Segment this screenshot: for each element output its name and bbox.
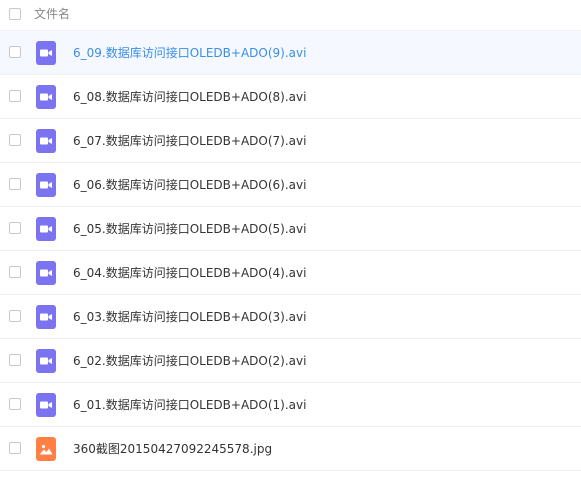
image-file-icon	[36, 437, 56, 461]
video-file-icon	[36, 41, 56, 65]
row-checkbox[interactable]	[9, 398, 21, 410]
video-file-icon	[36, 261, 56, 285]
file-name[interactable]: 6_09.数据库访问接口OLEDB+ADO(9).avi	[73, 45, 306, 61]
row-checkbox[interactable]	[9, 46, 21, 58]
file-name[interactable]: 6_08.数据库访问接口OLEDB+ADO(8).avi	[73, 89, 306, 105]
file-name[interactable]: 6_06.数据库访问接口OLEDB+ADO(6).avi	[73, 177, 306, 193]
list-header: 文件名	[0, 0, 581, 31]
file-row[interactable]: 360截图20150427092245578.jpg	[0, 427, 581, 471]
row-checkbox[interactable]	[9, 90, 21, 102]
select-all-checkbox[interactable]	[9, 8, 21, 20]
file-row[interactable]: 6_04.数据库访问接口OLEDB+ADO(4).avi	[0, 251, 581, 295]
video-file-icon	[36, 217, 56, 241]
file-name[interactable]: 6_05.数据库访问接口OLEDB+ADO(5).avi	[73, 221, 306, 237]
row-checkbox[interactable]	[9, 178, 21, 190]
file-name[interactable]: 6_07.数据库访问接口OLEDB+ADO(7).avi	[73, 133, 306, 149]
row-checkbox[interactable]	[9, 354, 21, 366]
row-checkbox[interactable]	[9, 310, 21, 322]
video-file-icon	[36, 173, 56, 197]
file-row[interactable]: 6_07.数据库访问接口OLEDB+ADO(7).avi	[0, 119, 581, 163]
row-checkbox[interactable]	[9, 442, 21, 454]
file-row[interactable]: 6_01.数据库访问接口OLEDB+ADO(1).avi	[0, 383, 581, 427]
row-checkbox[interactable]	[9, 134, 21, 146]
video-file-icon	[36, 305, 56, 329]
video-file-icon	[36, 393, 56, 417]
file-list: 文件名 6_09.数据库访问接口OLEDB+ADO(9).avi 6_08.数据…	[0, 0, 581, 494]
file-row[interactable]: 6_02.数据库访问接口OLEDB+ADO(2).avi	[0, 339, 581, 383]
name-column-header[interactable]: 文件名	[34, 6, 70, 22]
file-name[interactable]: 6_01.数据库访问接口OLEDB+ADO(1).avi	[73, 397, 306, 413]
video-file-icon	[36, 349, 56, 373]
file-row[interactable]: 6_09.数据库访问接口OLEDB+ADO(9).avi	[0, 31, 581, 75]
file-name[interactable]: 6_04.数据库访问接口OLEDB+ADO(4).avi	[73, 265, 306, 281]
file-name[interactable]: 6_02.数据库访问接口OLEDB+ADO(2).avi	[73, 353, 306, 369]
file-row[interactable]: 6_06.数据库访问接口OLEDB+ADO(6).avi	[0, 163, 581, 207]
file-row[interactable]: 6_03.数据库访问接口OLEDB+ADO(3).avi	[0, 295, 581, 339]
file-row[interactable]: 6_05.数据库访问接口OLEDB+ADO(5).avi	[0, 207, 581, 251]
file-name[interactable]: 6_03.数据库访问接口OLEDB+ADO(3).avi	[73, 309, 306, 325]
video-file-icon	[36, 85, 56, 109]
file-row[interactable]: 6_08.数据库访问接口OLEDB+ADO(8).avi	[0, 75, 581, 119]
file-name[interactable]: 360截图20150427092245578.jpg	[73, 441, 272, 457]
row-checkbox[interactable]	[9, 222, 21, 234]
video-file-icon	[36, 129, 56, 153]
row-checkbox[interactable]	[9, 266, 21, 278]
